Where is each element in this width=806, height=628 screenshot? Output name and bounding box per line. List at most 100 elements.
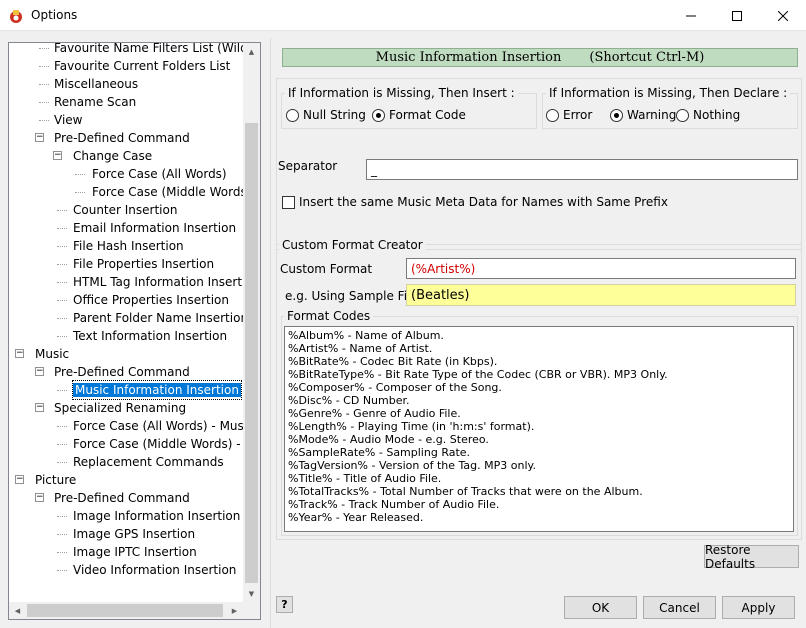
tree-item[interactable]: Replacement Commands [73,453,224,471]
scroll-up-icon[interactable]: ▲ [243,43,260,60]
radio-error[interactable]: Error [546,108,592,122]
tree-expander-icon[interactable]: − [15,475,24,484]
tree-item-label: Force Case (All Words) [92,167,227,181]
same-prefix-checkbox[interactable]: Insert the same Music Meta Data for Name… [282,195,668,209]
minimize-icon [686,15,696,16]
tree-item[interactable]: Miscellaneous [54,75,138,93]
tree-item[interactable]: File Properties Insertion [73,255,214,273]
tree-item[interactable]: Music Information Insertion [72,380,242,400]
close-button[interactable] [760,0,806,31]
format-code-line: %SampleRate% - Sampling Rate. [288,446,471,459]
tree-item[interactable]: Parent Folder Name Insertion [73,309,248,327]
apply-button[interactable]: Apply [722,596,795,619]
format-code-line: %Disc% - CD Number. [288,394,410,407]
tree-item[interactable]: Pre-Defined Command [54,363,190,381]
tree-item[interactable]: Specialized Renaming [54,399,186,417]
format-code-line: %Artist% - Name of Artist. [288,342,433,355]
scroll-thumb-h[interactable] [27,604,223,617]
tree-item[interactable]: Image IPTC Insertion [73,543,197,561]
tree-connector [57,282,67,283]
tree-connector [57,444,67,445]
tree-expander-icon[interactable]: − [35,403,44,412]
tree-connector [57,552,67,553]
tree-expander-icon[interactable]: − [53,151,62,160]
options-tree[interactable]: Favourite Name Filters List (Wildcard Fav… [8,42,261,620]
tree-item[interactable]: Office Properties Insertion [73,291,229,309]
tree-item-label: Image IPTC Insertion [73,545,197,559]
cancel-button[interactable]: Cancel [643,596,716,619]
tree-item[interactable]: Pre-Defined Command [54,129,190,147]
tree-item[interactable]: Video Information Insertion [73,561,236,579]
separator-input[interactable]: _ [366,159,798,180]
tree-item[interactable]: Force Case (Middle Words) - Mu [73,435,260,453]
radio-null-string-circle [286,108,299,122]
tree-item-label: Pre-Defined Command [54,131,190,145]
tree-item-label: Force Case (Middle Words) [92,185,252,199]
tree-connector [39,66,49,67]
minimize-button[interactable] [668,0,714,31]
tree-item[interactable]: Picture [35,471,76,489]
tree-connector [39,102,49,103]
tree-item[interactable]: Image Information Insertion [73,507,240,525]
tree-item[interactable]: View [54,111,82,129]
tree-item[interactable]: Force Case (All Words) [92,165,227,183]
restore-defaults-button[interactable]: Restore Defaults [704,543,799,571]
format-code-line: %BitRate% - Codec Bit Rate (in Kbps). [288,355,498,368]
tree-item[interactable]: Pre-Defined Command [54,489,190,507]
tree-item-label: Video Information Insertion [73,563,237,577]
title-bar: Options [0,0,806,31]
tree-item-label: Miscellaneous [54,77,139,91]
tree-item[interactable]: Rename Scan [54,93,136,111]
format-codes-title: Format Codes [284,309,374,323]
tree-item-label: Email Information Insertion [73,221,237,235]
radio-format-code[interactable]: Format Code [372,108,466,122]
custom-format-creator-title: Custom Format Creator [279,238,426,252]
tree-connector [39,48,49,49]
radio-warning[interactable]: Warning [610,108,676,122]
radio-null-string[interactable]: Null String [286,108,366,122]
tree-expander-icon[interactable]: − [35,367,44,376]
help-button[interactable]: ? [276,596,293,613]
tree-item[interactable]: HTML Tag Information Insertion [73,273,260,291]
tree-item[interactable]: Favourite Current Folders List [54,57,230,75]
format-codes-list[interactable]: %Album% - Name of Album. %Artist% - Name … [284,326,794,532]
tree-connector [57,534,67,535]
radio-nothing[interactable]: Nothing [676,108,740,122]
tree-expander-icon[interactable]: − [15,349,24,358]
tree-item[interactable]: Counter Insertion [73,201,177,219]
tree-item-label: Music [35,347,70,361]
scroll-down-icon[interactable]: ▼ [243,585,260,602]
tree-item-label: Parent Folder Name Insertion [73,311,249,325]
tree-item[interactable]: Email Information Insertion [73,219,236,237]
sample-file-output: (Beatles) [406,284,796,306]
custom-format-input[interactable]: (%Artist%) [406,258,796,279]
scroll-right-icon[interactable]: ▶ [226,602,243,619]
tree-item[interactable]: Music [35,345,69,363]
tree-horizontal-scrollbar[interactable]: ◀ ▶ [9,602,243,619]
app-icon [10,10,22,23]
tree-item[interactable]: Force Case (Middle Words) [92,183,251,201]
scroll-left-icon[interactable]: ◀ [9,602,26,619]
maximize-button[interactable] [714,0,760,31]
tree-expander-icon[interactable]: − [35,493,44,502]
tree-item-label: Change Case [73,149,153,163]
tree-item[interactable]: Image GPS Insertion [73,525,195,543]
radio-warning-circle [610,108,623,122]
maximize-icon [732,10,742,21]
separator-label: Separator [278,159,338,173]
tree-vertical-scrollbar[interactable]: ▲ ▼ [243,43,260,602]
ok-button[interactable]: OK [564,596,637,619]
tree-item[interactable]: Change Case [73,147,152,165]
scroll-thumb[interactable] [245,123,258,583]
tree-connector [75,174,85,175]
custom-format-label: Custom Format [280,262,373,276]
tree-item[interactable]: Favourite Name Filters List (Wildcard [54,43,260,57]
format-code-line: %Title% - Title of Audio File. [288,472,442,485]
splitter[interactable] [270,38,271,628]
tree-item[interactable]: File Hash Insertion [73,237,184,255]
tree-item[interactable]: Text Information Insertion [73,327,227,345]
tree-item[interactable]: Force Case (All Words) - Music [73,417,254,435]
tree-expander-icon[interactable]: − [35,133,44,142]
tree-item-label: Music Information Insertion [73,383,241,397]
header-title: Music Information Insertion [375,50,562,65]
